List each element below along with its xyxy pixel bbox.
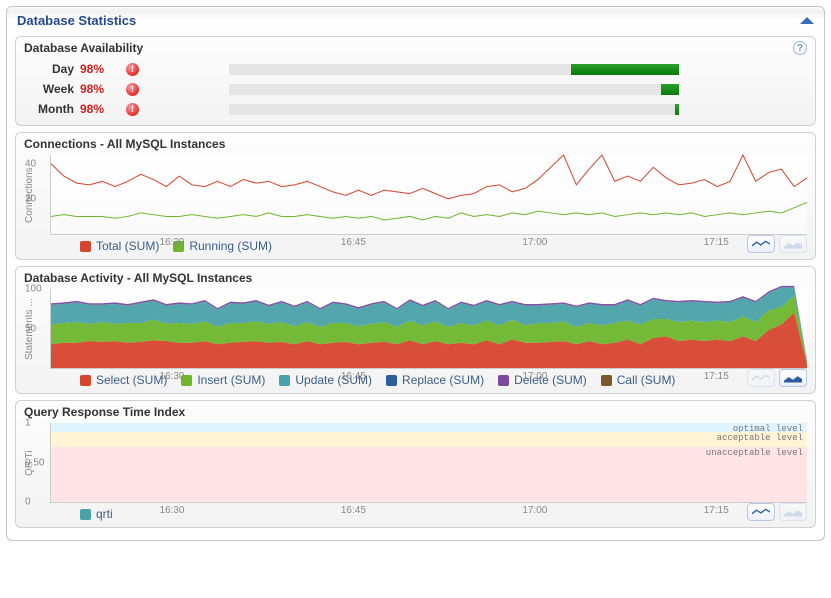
panel-header: Database Statistics	[7, 7, 824, 32]
legend-label: Select (SUM)	[96, 373, 167, 387]
x-tick: 17:00	[522, 237, 547, 248]
x-tick: 16:45	[341, 237, 366, 248]
x-tick: 16:30	[159, 237, 184, 248]
x-tick: 16:30	[159, 371, 184, 382]
availability-title: Database Availability	[24, 41, 143, 55]
legend-label: Total (SUM)	[96, 239, 159, 253]
availability-row: Week 98%!	[24, 79, 807, 99]
legend-swatch	[80, 375, 91, 386]
legend-item[interactable]: Insert (SUM)	[181, 373, 265, 387]
availability-label: Week	[24, 82, 74, 96]
legend-item[interactable]: Total (SUM)	[80, 239, 159, 253]
availability-bar[interactable]	[229, 84, 679, 95]
legend-label: Call (SUM)	[617, 373, 676, 387]
availability-row: Day 98%!	[24, 59, 807, 79]
collapse-icon[interactable]	[800, 17, 814, 24]
help-icon[interactable]: ?	[793, 41, 807, 55]
legend-label: Insert (SUM)	[197, 373, 265, 387]
legend-swatch	[80, 509, 91, 520]
band-label: unacceptable level	[706, 448, 803, 458]
x-tick: 17:15	[704, 505, 729, 516]
alert-icon[interactable]: !	[126, 83, 139, 96]
x-tick: 17:00	[522, 505, 547, 516]
connections-title: Connections - All MySQL Instances	[24, 137, 225, 151]
chart-mode-area-button[interactable]	[779, 235, 807, 253]
database-statistics-panel: Database Statistics Database Availabilit…	[6, 6, 825, 541]
x-tick: 16:45	[341, 371, 366, 382]
availability-pct: 98%	[80, 82, 124, 96]
legend-swatch	[279, 375, 290, 386]
connections-panel: Connections - All MySQL Instances Connec…	[15, 132, 816, 260]
panel-title: Database Statistics	[17, 13, 136, 28]
activity-chart[interactable]: 5010016:3016:4517:0017:15	[50, 289, 807, 369]
connections-legend: Total (SUM) Running (SUM)	[80, 239, 807, 253]
legend-swatch	[80, 241, 91, 252]
activity-title: Database Activity - All MySQL Instances	[24, 271, 252, 285]
y-tick: 0.50	[25, 457, 44, 468]
chart-mode-area-button[interactable]	[779, 503, 807, 521]
x-tick: 16:30	[159, 505, 184, 516]
legend-swatch	[386, 375, 397, 386]
qrti-title: Query Response Time Index	[24, 405, 185, 419]
y-tick: 0	[25, 497, 31, 508]
availability-label: Month	[24, 102, 74, 116]
availability-pct: 98%	[80, 62, 124, 76]
y-tick: 50	[25, 323, 36, 334]
alert-icon[interactable]: !	[126, 63, 139, 76]
x-tick: 16:45	[341, 505, 366, 516]
legend-label: Running (SUM)	[189, 239, 272, 253]
legend-label: Replace (SUM)	[402, 373, 484, 387]
alert-icon[interactable]: !	[126, 103, 139, 116]
x-tick: 17:00	[522, 371, 547, 382]
availability-panel: Database Availability ? Day98%!Week98%!M…	[15, 36, 816, 126]
x-tick: 17:15	[704, 237, 729, 248]
legend-item[interactable]: qrti	[80, 507, 113, 521]
qrti-legend: qrti	[80, 507, 807, 521]
availability-bar[interactable]	[229, 104, 679, 115]
legend-swatch	[498, 375, 509, 386]
y-tick: 100	[25, 284, 42, 295]
chart-mode-line-button[interactable]	[747, 369, 775, 387]
availability-label: Day	[24, 62, 74, 76]
x-tick: 17:15	[704, 371, 729, 382]
y-tick: 40	[25, 158, 36, 169]
chart-mode-line-button[interactable]	[747, 235, 775, 253]
band-label: acceptable level	[717, 433, 803, 443]
qrti-panel: Query Response Time Index QR Ti optimal …	[15, 400, 816, 528]
legend-item[interactable]: Call (SUM)	[601, 373, 676, 387]
chart-mode-line-button[interactable]	[747, 503, 775, 521]
y-tick: 20	[25, 193, 36, 204]
y-tick: 1	[25, 418, 31, 429]
legend-label: qrti	[96, 507, 113, 521]
connections-chart[interactable]: 204016:3016:4517:0017:15	[50, 155, 807, 235]
availability-row: Month 98%!	[24, 99, 807, 119]
activity-legend: Select (SUM)Insert (SUM)Update (SUM)Repl…	[80, 373, 807, 387]
availability-bar[interactable]	[229, 64, 679, 75]
activity-panel: Database Activity - All MySQL Instances …	[15, 266, 816, 394]
legend-item[interactable]: Running (SUM)	[173, 239, 272, 253]
legend-swatch	[601, 375, 612, 386]
legend-item[interactable]: Replace (SUM)	[386, 373, 484, 387]
availability-pct: 98%	[80, 102, 124, 116]
legend-item[interactable]: Select (SUM)	[80, 373, 167, 387]
qrti-chart[interactable]: optimal levelacceptable levelunacceptabl…	[50, 423, 807, 503]
chart-mode-area-button[interactable]	[779, 369, 807, 387]
